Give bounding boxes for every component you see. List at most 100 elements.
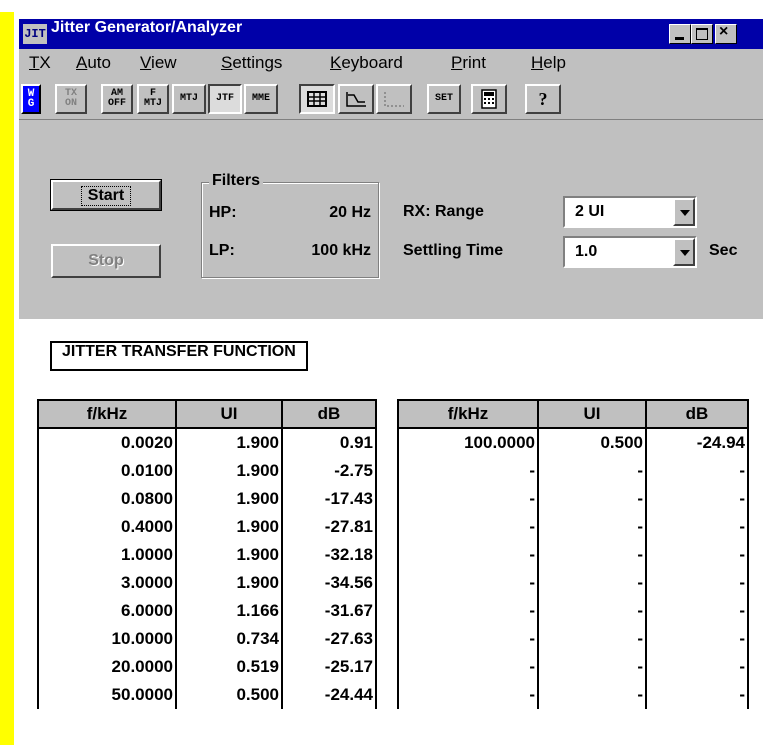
close-button[interactable]: × <box>715 23 737 44</box>
table-row: 3.0000 1.900 -34.56 <box>37 569 377 597</box>
start-button[interactable]: Start <box>50 179 162 211</box>
table-cell: - <box>537 457 647 485</box>
table-cell: - <box>397 541 539 569</box>
table-cell: -32.18 <box>281 541 377 569</box>
table-row: --- <box>397 569 749 597</box>
table-cell: -2.75 <box>281 457 377 485</box>
menu-print[interactable]: Print <box>451 53 486 73</box>
table-cell: - <box>645 485 749 513</box>
table-cell: 0.500 <box>537 427 647 457</box>
column-header: f/kHz <box>397 399 539 429</box>
table-cell: - <box>645 541 749 569</box>
menu-help[interactable]: Help <box>531 53 566 73</box>
table-cell: 1.900 <box>175 569 283 597</box>
jtf-button[interactable]: JTF <box>208 84 242 114</box>
table-title: JITTER TRANSFER FUNCTION <box>50 341 308 371</box>
menu-tx[interactable]: TX <box>29 53 51 73</box>
menu-view[interactable]: View <box>140 53 177 73</box>
rx-range-label: RX: Range <box>403 203 484 220</box>
table-cell: 1.900 <box>175 457 283 485</box>
table-row: 0.4000 1.900 -27.81 <box>37 513 377 541</box>
close-icon: × <box>719 23 729 40</box>
table-cell: - <box>645 457 749 485</box>
column-header: dB <box>645 399 749 429</box>
minimize-button[interactable] <box>669 24 691 44</box>
table-header-row: f/kHz UI dB <box>37 399 377 429</box>
table-cell: - <box>537 625 647 653</box>
table-cell: - <box>537 485 647 513</box>
mme-button[interactable]: MME <box>244 84 278 114</box>
column-header: f/kHz <box>37 399 177 429</box>
table-cell: 1.900 <box>175 513 283 541</box>
scatter-view-button[interactable] <box>376 84 412 114</box>
table-cell: 0.0100 <box>37 457 177 485</box>
table-cell: - <box>397 653 539 681</box>
table-cell: 0.0020 <box>37 427 177 457</box>
calculator-button[interactable] <box>471 84 507 114</box>
menu-settings[interactable]: Settings <box>221 53 282 73</box>
settling-time-select[interactable]: 1.0 <box>563 236 697 268</box>
table-cell: - <box>645 569 749 597</box>
table-cell: -24.94 <box>645 427 749 457</box>
table-row: --- <box>397 653 749 681</box>
table-cell: - <box>537 541 647 569</box>
table-row: 100.0000 0.500 -24.94 <box>397 427 749 457</box>
graph-icon <box>346 92 366 107</box>
set-button[interactable]: SET <box>427 84 461 114</box>
table-cell: - <box>397 625 539 653</box>
graph-view-button[interactable] <box>338 84 374 114</box>
stop-button[interactable]: Stop <box>51 244 161 278</box>
table-row: --- <box>397 513 749 541</box>
chevron-down-icon[interactable] <box>673 238 695 266</box>
results-area: JITTER TRANSFER FUNCTION f/kHz UI dB 0.0… <box>19 319 763 747</box>
table-cell: 0.500 <box>175 681 283 709</box>
table-cell: 1.0000 <box>37 541 177 569</box>
mtj-button[interactable]: MTJ <box>172 84 206 114</box>
table-cell: - <box>537 569 647 597</box>
table-cell: 0.734 <box>175 625 283 653</box>
menu-auto[interactable]: Auto <box>76 53 111 73</box>
chevron-down-icon[interactable] <box>673 198 695 226</box>
table-cell: - <box>397 597 539 625</box>
f-mtj-button[interactable]: F MTJ <box>137 84 169 114</box>
lp-label: LP: <box>209 242 235 259</box>
table-row: --- <box>397 541 749 569</box>
toolbar: W G TX ON AM OFF F MTJ MTJ JTF MME SET ? <box>19 79 763 119</box>
table-cell: 50.0000 <box>37 681 177 709</box>
table-cell: - <box>397 513 539 541</box>
table-cell: - <box>645 625 749 653</box>
rx-range-select[interactable]: 2 UI <box>563 196 697 228</box>
table-cell: - <box>397 681 539 709</box>
table-cell: 10.0000 <box>37 625 177 653</box>
table-cell: 0.519 <box>175 653 283 681</box>
table-cell: - <box>537 597 647 625</box>
table-cell: - <box>645 597 749 625</box>
table-row: 0.0020 1.900 0.91 <box>37 427 377 457</box>
table-cell: - <box>645 653 749 681</box>
table-row: 50.0000 0.500 -24.44 <box>37 681 377 709</box>
settling-time-label: Settling Time <box>403 242 504 259</box>
filters-group <box>201 182 379 278</box>
help-button[interactable]: ? <box>525 84 561 114</box>
table-cell: - <box>397 485 539 513</box>
title-bar[interactable]: JIT Jitter Generator/Analyzer × <box>19 19 763 49</box>
table-row: 0.0100 1.900 -2.75 <box>37 457 377 485</box>
menu-keyboard[interactable]: Keyboard <box>330 53 403 73</box>
am-off-button[interactable]: AM OFF <box>101 84 133 114</box>
app-icon[interactable]: JIT <box>23 24 47 44</box>
table-row: --- <box>397 597 749 625</box>
wg-logo-button[interactable]: W G <box>21 84 41 114</box>
table-cell: 1.900 <box>175 485 283 513</box>
filters-title: Filters <box>209 172 264 190</box>
menu-bar: TX Auto View Settings Keyboard Print Hel… <box>19 49 763 79</box>
app-window: JIT Jitter Generator/Analyzer × TX Auto … <box>17 17 763 747</box>
maximize-button[interactable] <box>691 24 713 44</box>
tx-on-button[interactable]: TX ON <box>55 84 87 114</box>
settling-unit: Sec <box>709 242 738 259</box>
table-cell: 0.4000 <box>37 513 177 541</box>
table-cell: - <box>645 681 749 709</box>
table-icon <box>307 91 327 107</box>
minimize-icon <box>675 37 684 40</box>
table-view-button[interactable] <box>299 84 335 114</box>
table-cell: 20.0000 <box>37 653 177 681</box>
